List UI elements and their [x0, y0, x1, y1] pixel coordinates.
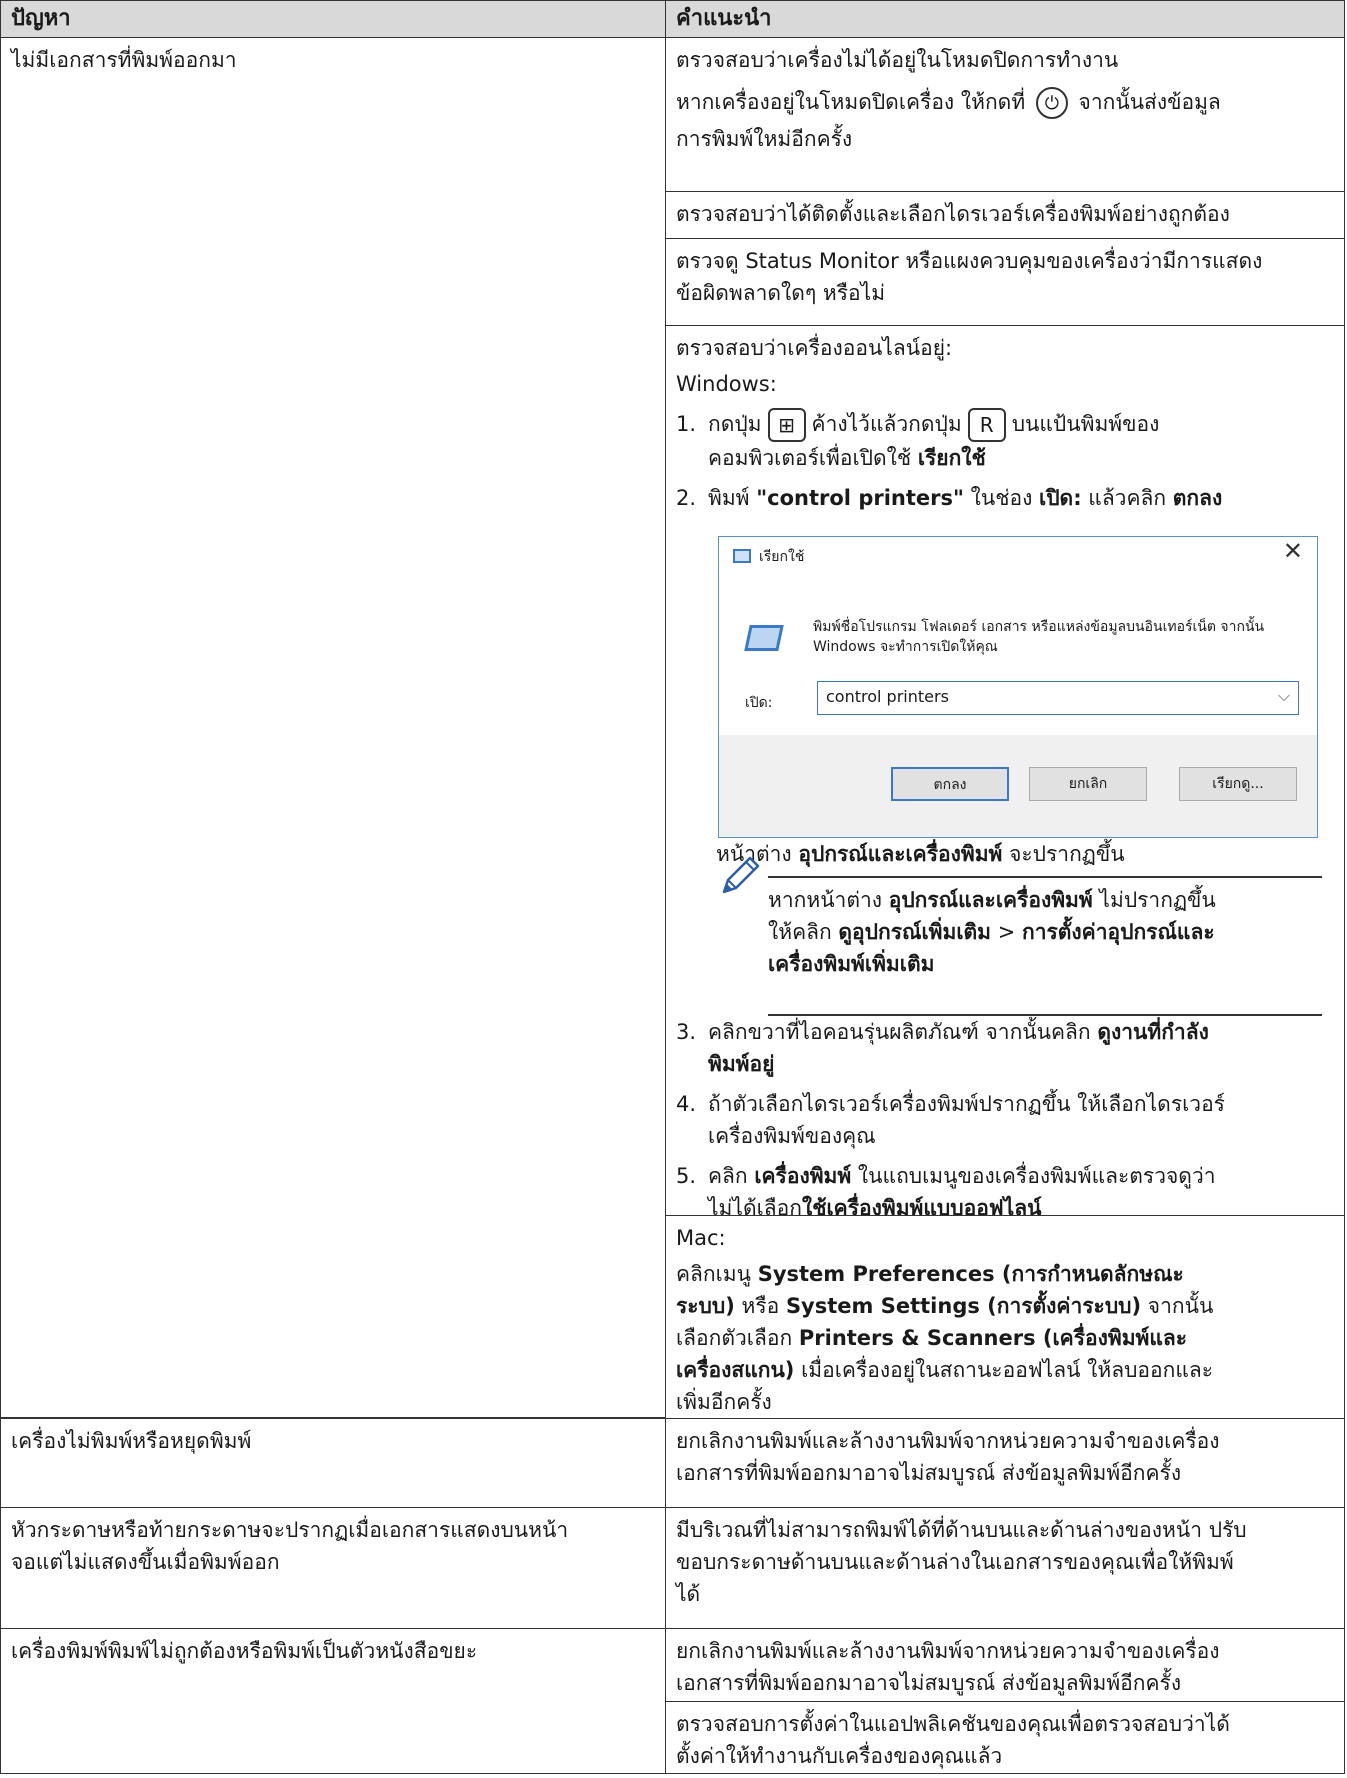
step-4: 4. ถ้าตัวเลือกไดรเวอร์เครื่องพิมพ์ปรากฏขึ… [676, 1092, 1225, 1148]
header-problem: ปัญหา [0, 0, 666, 38]
problem-no-output: ไม่มีเอกสารที่พิมพ์ออกมา [0, 37, 666, 1418]
run-large-icon [744, 625, 784, 651]
run-icon [733, 549, 751, 563]
step-2: 2. พิมพ์ "control printers" ในช่อง เปิด: … [676, 486, 1223, 510]
close-icon[interactable]: ✕ [1283, 539, 1303, 563]
dialog-titlebar: เรียกใช้ ✕ [719, 537, 1317, 577]
open-input[interactable]: control printers ⌵ [817, 681, 1299, 715]
header-advice: คำแนะนำ [665, 0, 1345, 38]
open-label: เปิด: [745, 695, 773, 711]
advice-check-driver: ตรวจสอบว่าได้ติดตั้งและเลือกไดรเวอร์เครื… [665, 191, 1345, 239]
windows-key-icon: ⊞ [767, 408, 806, 442]
chevron-down-icon[interactable]: ⌵ [1278, 686, 1290, 706]
ok-button[interactable]: ตกลง [891, 767, 1009, 801]
dialog-title: เรียกใช้ [759, 549, 805, 565]
dialog-description: พิมพ์ชื่อโปรแกรม โฟลเดอร์ เอกสาร หรือแหล… [813, 619, 1265, 655]
advice-cancel-job: ยกเลิกงานพิมพ์และล้างงานพิมพ์จากหน่วยควา… [665, 1418, 1345, 1508]
advice-check-off-mode: ตรวจสอบว่าเครื่องไม่ได้อยู่ในโหมดปิดการท… [665, 37, 1345, 192]
step-3: 3. คลิกขวาที่ไอคอนรุ่นผลิตภัณฑ์ จากนั้นคล… [676, 1020, 1209, 1076]
advice-check-app-settings: ตรวจสอบการตั้งค่าในแอปพลิเคชันของคุณเพื่… [665, 1701, 1345, 1774]
advice-status-monitor: ตรวจดู Status Monitor หรือแผงควบคุมของเค… [665, 238, 1345, 326]
power-icon: ⏻ [1035, 87, 1068, 119]
cancel-button[interactable]: ยกเลิก [1029, 767, 1147, 801]
problem-not-printing: เครื่องไม่พิมพ์หรือหยุดพิมพ์ [0, 1418, 666, 1508]
pencil-icon [722, 856, 760, 894]
problem-garbage-text: เครื่องพิมพ์พิมพ์ไม่ถูกต้องหรือพิมพ์เป็น… [0, 1628, 666, 1774]
browse-button[interactable]: เรียกดู... [1179, 767, 1297, 801]
advice-margins: มีบริเวณที่ไม่สามารถพิมพ์ได้ที่ด้านบนและ… [665, 1507, 1345, 1629]
note-top-rule [768, 876, 1322, 878]
step-1: 1. กดปุ่ม ⊞ ค้างไว้แล้วกดปุ่ม R บนแป้นพิมพ์ขอ… [676, 408, 1334, 474]
advice-mac: Mac: คลิกเมนู System Preferences (การกำห… [665, 1215, 1345, 1419]
note-bottom-rule [768, 1014, 1322, 1016]
problem-header-footer: หัวกระดาษหรือท้ายกระดาษจะปรากฏเมื่อเอกสา… [0, 1507, 666, 1629]
advice-cancel-job-2: ยกเลิกงานพิมพ์และล้างงานพิมพ์จากหน่วยควา… [665, 1628, 1345, 1702]
dialog-footer: ตกลง ยกเลิก เรียกดู... [719, 735, 1317, 837]
run-dialog: เรียกใช้ ✕ พิมพ์ชื่อโปรแกรม โฟลเดอร์ เอก… [718, 536, 1318, 838]
r-key-icon: R [967, 408, 1006, 442]
